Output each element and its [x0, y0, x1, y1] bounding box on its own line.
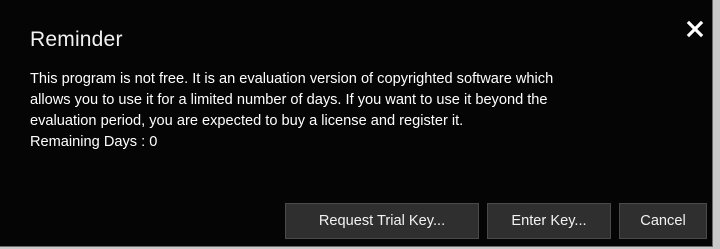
dialog-message: This program is not free. It is an evalu…: [30, 69, 700, 153]
close-x-icon: [686, 20, 704, 38]
dialog-title: Reminder: [30, 28, 123, 51]
enter-key-button[interactable]: Enter Key...: [487, 203, 611, 239]
message-line: This program is not free. It is an evalu…: [30, 71, 554, 87]
reminder-dialog: Reminder This program is not free. It is…: [0, 0, 713, 247]
close-icon[interactable]: [686, 20, 704, 38]
remaining-days-text: Remaining Days : 0: [30, 134, 158, 150]
message-line: allows you to use it for a limited numbe…: [30, 92, 548, 108]
cancel-button[interactable]: Cancel: [619, 203, 707, 239]
message-line: evaluation period, you are expected to b…: [30, 113, 464, 129]
request-trial-key-button[interactable]: Request Trial Key...: [285, 203, 479, 239]
